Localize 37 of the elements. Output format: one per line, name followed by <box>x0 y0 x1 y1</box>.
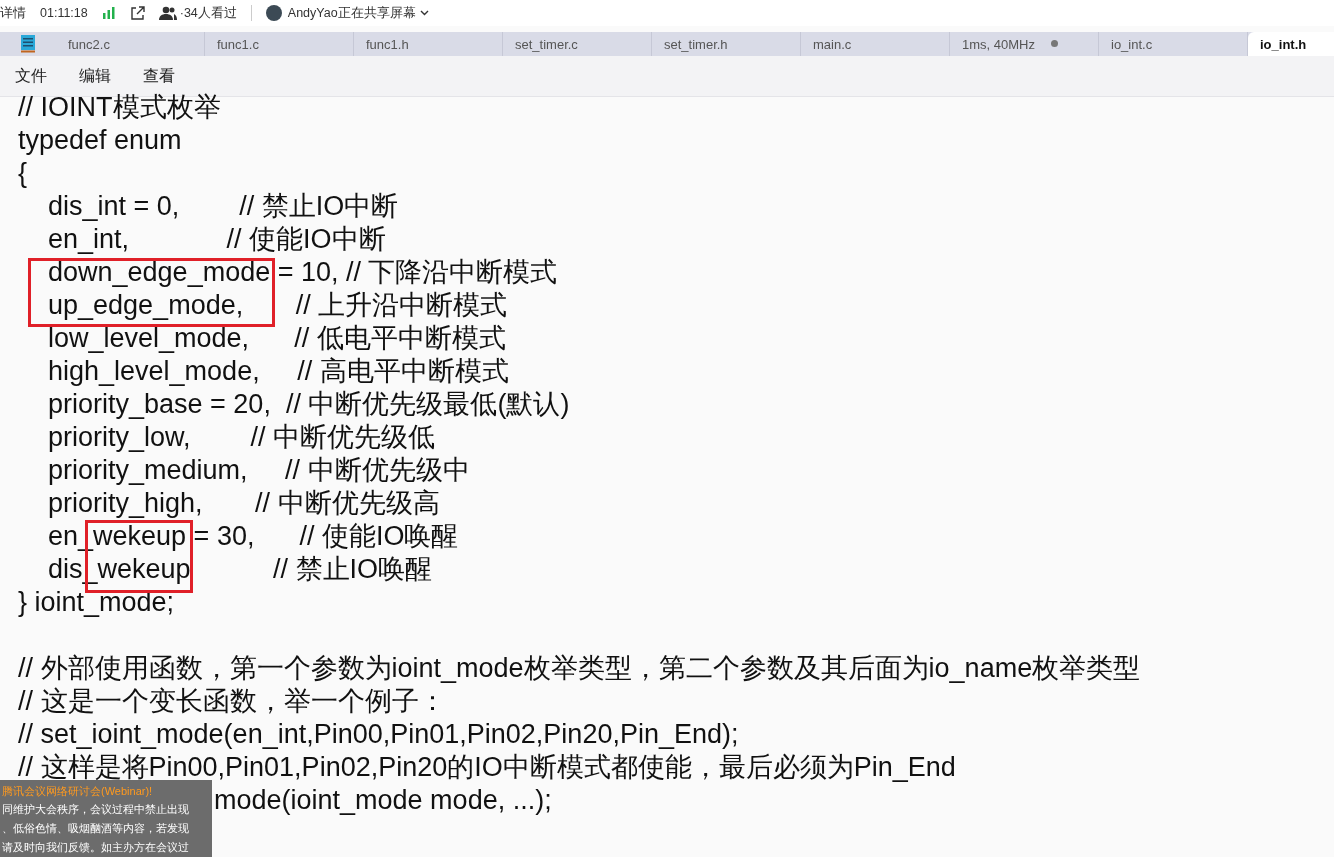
file-tab[interactable]: io_int.h <box>1248 32 1334 56</box>
meeting-time: 01:11:18 <box>40 6 88 20</box>
code-line: // 这是一个变长函数，举一个例子： <box>18 686 446 716</box>
code-line: mode(ioint_mode mode, ...); <box>214 785 552 815</box>
signal-icon <box>101 7 116 19</box>
avatar-icon <box>265 5 282 21</box>
code-line: down_edge_mode = 10, // 下降沿中断模式 <box>47 257 558 287</box>
code-line: priority_medium, // 中断优先级中 <box>47 455 470 485</box>
code-line: priority_base = 20, // 中断优先级最低(默认) <box>47 389 570 419</box>
menu-item[interactable]: 查看 <box>143 65 175 87</box>
code-line: // 外部使用函数，第一个参数为ioint_mode枚举类型，第二个参数及其后面为io_name枚举类型 <box>18 653 1141 683</box>
code-line: low_level_mode, // 低电平中断模式 <box>47 323 506 353</box>
code-line: // IOINT模式枚举 <box>18 92 221 122</box>
code-line: typedef enum <box>18 125 182 155</box>
menu-item[interactable]: 文件 <box>15 65 47 87</box>
notice-text: 同维护大会秩序，会议过程中禁止出现 <box>2 802 190 817</box>
code-line: // 这样是将Pin00,Pin01,Pin02,Pin20的IO中断模式都使能，最后必须为Pin_End <box>18 752 956 782</box>
details-link[interactable]: 详情 <box>0 4 26 22</box>
notice-text: 、低俗色情、吸烟酗酒等内容，若发现 <box>2 821 190 836</box>
notice-text: 请及时向我们反馈。如主办方在会议过 <box>2 840 190 855</box>
viewer-count: ·34人看过 <box>179 4 237 22</box>
code-line: up_edge_mode, // 上升沿中断模式 <box>47 290 508 320</box>
presenter-label[interactable]: AndyYao正在共享屏幕 <box>287 4 416 22</box>
code-line: // set_ioint_mode(en_int,Pin00,Pin01,Pin02,Pin20,Pin_End); <box>18 719 739 749</box>
people-icon[interactable] <box>158 6 177 20</box>
notice-title: 腾讯会议网络研讨会(Webinar)! <box>2 784 154 799</box>
code-line: } ioint_mode; <box>18 587 175 617</box>
code-line: en_int, // 使能IO中断 <box>47 224 386 254</box>
external-link-icon[interactable] <box>129 5 145 21</box>
notepad-icon <box>20 35 36 53</box>
caret-icon[interactable] <box>419 10 429 16</box>
menu-item[interactable]: 编辑 <box>79 65 111 87</box>
code-line: { <box>18 158 28 188</box>
code-line: high_level_mode, // 高电平中断模式 <box>47 356 509 386</box>
code-line: priority_low, // 中断优先级低 <box>47 422 436 452</box>
code-line: dis_int = 0, // 禁止IO中断 <box>47 191 399 221</box>
code-line: priority_high, // 中断优先级高 <box>47 488 440 518</box>
